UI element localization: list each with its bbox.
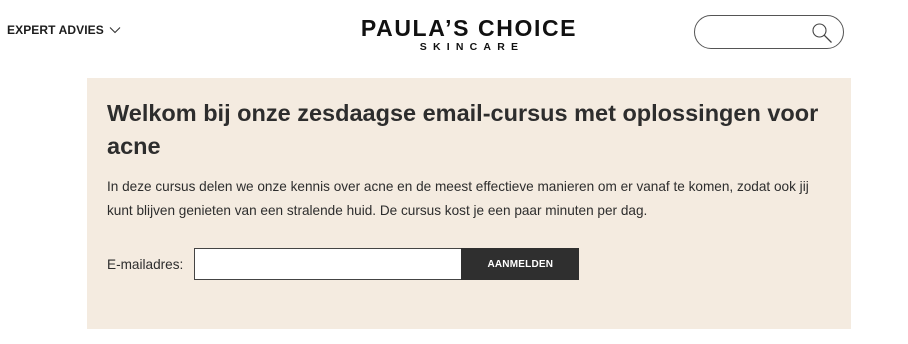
expert-advies-menu[interactable]: EXPERT ADVIES [7, 23, 121, 37]
page: EXPERT ADVIES PAULA’S CHOICE SKINCARE We… [0, 0, 908, 344]
search-icon[interactable] [811, 22, 833, 44]
logo-wordmark: PAULA’S CHOICE [360, 15, 578, 41]
email-field[interactable] [194, 248, 462, 280]
aanmelden-button[interactable]: AANMELDEN [461, 248, 580, 280]
logo-tagline: SKINCARE [419, 41, 525, 53]
promo-description: In deze cursus delen we onze kennis over… [107, 179, 809, 218]
search-input[interactable] [707, 22, 811, 44]
email-label: E-mailadres: [107, 256, 184, 272]
email-course-promo: Welkom bij onze zesdaagse email-cursus m… [87, 78, 851, 329]
brand-logo[interactable]: PAULA’S CHOICE SKINCARE [350, 15, 588, 54]
expert-advies-label: EXPERT ADVIES [7, 23, 104, 37]
chevron-down-icon [109, 26, 121, 34]
search-box[interactable] [694, 15, 844, 49]
signup-form: E-mailadres: AANMELDEN [107, 248, 580, 280]
site-header: EXPERT ADVIES PAULA’S CHOICE SKINCARE [0, 0, 908, 66]
promo-title: Welkom bij onze zesdaagse email-cursus m… [107, 100, 819, 159]
